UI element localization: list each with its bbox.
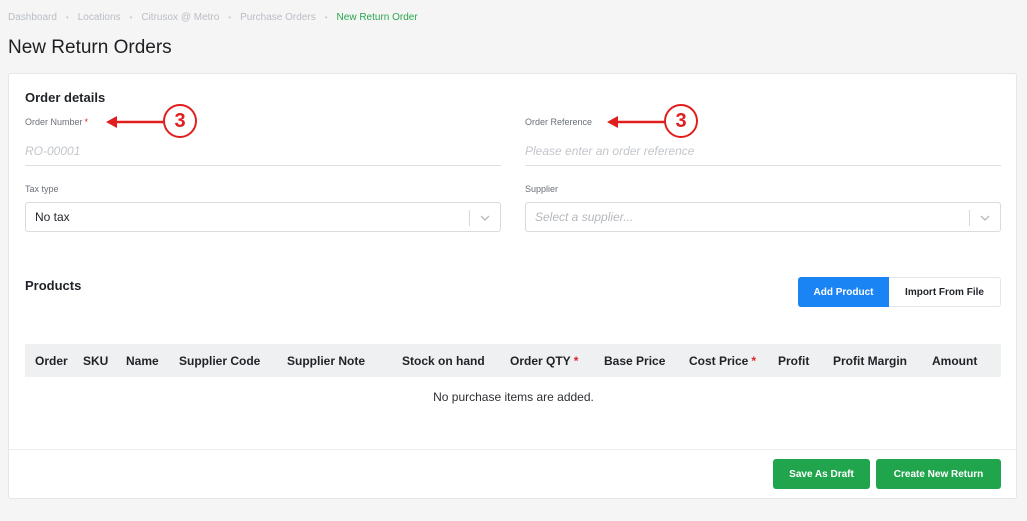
select-divider	[969, 210, 970, 226]
tax-type-select[interactable]: No tax	[25, 202, 501, 232]
footer-divider	[9, 449, 1016, 450]
breadcrumb-location-name[interactable]: Citrusox @ Metro	[141, 12, 219, 23]
tax-type-value: No tax	[35, 210, 70, 224]
annotation-badge: 3	[163, 104, 197, 138]
tax-type-label: Tax type	[25, 184, 59, 194]
column-header-name[interactable]: Name	[126, 354, 162, 368]
chevron-down-icon	[480, 215, 490, 221]
column-header-profit-margin[interactable]: Profit Margin	[833, 354, 910, 368]
supplier-label: Supplier	[525, 184, 559, 194]
column-header-supplier-note[interactable]: Supplier Note	[287, 354, 368, 368]
breadcrumb-dashboard[interactable]: Dashboard	[8, 12, 57, 23]
products-title: Products	[25, 278, 82, 293]
column-header-order[interactable]: Order	[35, 354, 71, 368]
return-order-card: Order details Order Number* Order Refere…	[8, 73, 1017, 499]
column-header-sku[interactable]: SKU	[83, 354, 111, 368]
breadcrumb-separator: •	[129, 13, 133, 22]
supplier-placeholder: Select a supplier...	[535, 210, 634, 224]
page-title: New Return Orders	[8, 37, 172, 58]
breadcrumb-locations[interactable]: Locations	[78, 12, 121, 23]
import-from-file-button[interactable]: Import From File	[889, 277, 1001, 307]
breadcrumb-current: New Return Order	[336, 12, 418, 23]
empty-table-message: No purchase items are added.	[433, 390, 594, 404]
products-table-header: Order SKU Name Supplier Code Supplier No…	[25, 344, 1001, 377]
annotation-arrow-icon	[607, 116, 667, 128]
create-new-return-button[interactable]: Create New Return	[876, 459, 1001, 489]
add-product-button[interactable]: Add Product	[798, 277, 889, 307]
column-header-order-qty[interactable]: Order QTY *	[510, 354, 578, 368]
select-divider	[469, 210, 470, 226]
column-header-profit[interactable]: Profit	[778, 354, 812, 368]
order-reference-input[interactable]	[525, 136, 1001, 166]
breadcrumb: Dashboard • Locations • Citrusox @ Metro…	[8, 12, 418, 23]
column-header-base-price[interactable]: Base Price	[604, 354, 668, 368]
save-as-draft-button[interactable]: Save As Draft	[773, 459, 870, 489]
column-header-supplier-code[interactable]: Supplier Code	[179, 354, 263, 368]
breadcrumb-separator: •	[65, 13, 69, 22]
order-details-title: Order details	[25, 90, 106, 105]
breadcrumb-separator: •	[324, 13, 328, 22]
order-reference-label: Order Reference	[525, 117, 593, 127]
annotation-arrow-icon	[106, 116, 166, 128]
breadcrumb-separator: •	[228, 13, 232, 22]
order-number-label: Order Number *	[25, 117, 89, 127]
chevron-down-icon	[980, 215, 990, 221]
breadcrumb-purchase-orders[interactable]: Purchase Orders	[240, 12, 316, 23]
required-mark: *	[84, 117, 89, 127]
column-header-cost-price[interactable]: Cost Price *	[689, 354, 756, 368]
column-header-amount[interactable]: Amount	[932, 354, 980, 368]
annotation-badge: 3	[664, 104, 698, 138]
column-header-stock-on-hand[interactable]: Stock on hand	[402, 354, 488, 368]
order-number-input[interactable]	[25, 136, 501, 166]
supplier-select[interactable]: Select a supplier...	[525, 202, 1001, 232]
